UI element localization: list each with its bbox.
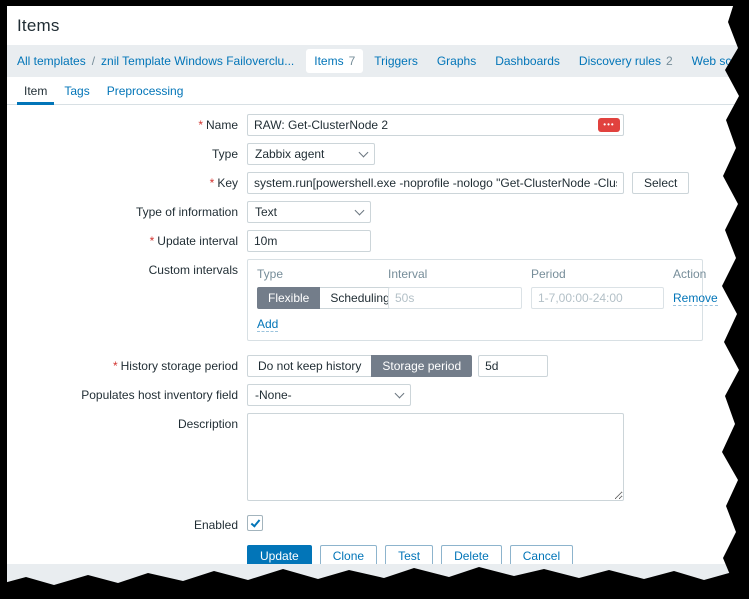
required-marker: * — [113, 359, 118, 373]
enabled-label: Enabled — [7, 514, 247, 532]
ci-remove-link[interactable]: Remove — [673, 291, 718, 306]
enabled-checkbox[interactable] — [247, 515, 263, 531]
name-input[interactable] — [247, 114, 624, 136]
description-label: Description — [7, 413, 247, 501]
key-label: Key — [217, 176, 238, 190]
items-count-badge: 7 — [349, 54, 356, 68]
entity-nav: Items 7 Triggers Graphs Dashboards Disco… — [306, 49, 749, 73]
custom-intervals-label: Custom intervals — [7, 259, 247, 341]
type-select[interactable]: Zabbix agent — [247, 143, 375, 165]
history-label: History storage period — [121, 359, 238, 373]
breadcrumb-template-name[interactable]: znil Template Windows Failoverclu... — [101, 54, 294, 68]
history-toggle: Do not keep history Storage period — [247, 355, 472, 377]
discovery-rules-count-badge: 2 — [666, 54, 673, 68]
key-select-button[interactable]: Select — [632, 172, 689, 194]
info-type-label: Type of information — [7, 201, 247, 223]
clone-button[interactable]: Clone — [320, 545, 377, 564]
tab-tags[interactable]: Tags — [57, 77, 96, 105]
enabled-row: Enabled — [7, 514, 749, 532]
breadcrumb-separator: / — [92, 54, 95, 68]
cancel-button[interactable]: Cancel — [510, 545, 573, 564]
screenshot-frame: Items All templates / znil Template Wind… — [0, 0, 749, 599]
update-interval-label: Update interval — [157, 234, 238, 248]
ci-col-interval: Interval — [388, 267, 522, 281]
key-row: *Key Select — [7, 172, 749, 194]
form-actions-row: Update Clone Test Delete Cancel — [7, 545, 749, 564]
history-do-not-keep[interactable]: Do not keep history — [247, 355, 372, 377]
type-row: Type Zabbix agent — [7, 143, 749, 165]
item-form: *Name ••• Type Zabbix agent *Key Select — [7, 105, 749, 564]
test-button[interactable]: Test — [385, 545, 433, 564]
chevron-down-icon — [355, 205, 365, 215]
description-row: Description — [7, 413, 749, 501]
required-marker: * — [198, 118, 203, 132]
inventory-row: Populates host inventory field -None- — [7, 384, 749, 406]
breadcrumb-all-templates[interactable]: All templates — [17, 54, 86, 68]
ci-type-toggle: Flexible Scheduling — [257, 287, 379, 309]
nav-graphs[interactable]: Graphs — [429, 49, 484, 73]
history-storage-period[interactable]: Storage period — [371, 355, 472, 377]
delete-button[interactable]: Delete — [441, 545, 502, 564]
nav-web-scenarios[interactable]: Web scenarios — [684, 49, 749, 73]
page-header: Items — [7, 6, 749, 45]
history-period-input[interactable] — [478, 355, 548, 377]
custom-intervals-row: Custom intervals Type Interval Period Ac… — [7, 259, 749, 341]
custom-intervals-box: Type Interval Period Action Flexible Sch… — [247, 259, 703, 341]
ci-add-link[interactable]: Add — [257, 317, 278, 332]
info-type-select[interactable]: Text — [247, 201, 371, 223]
context-menu-ellipsis-icon[interactable]: ••• — [598, 118, 620, 132]
required-marker: * — [210, 176, 215, 190]
inventory-select[interactable]: -None- — [247, 384, 411, 406]
nav-dashboards[interactable]: Dashboards — [487, 49, 568, 73]
ci-type-flexible[interactable]: Flexible — [257, 287, 320, 309]
info-type-row: Type of information Text — [7, 201, 749, 223]
ci-period-input[interactable] — [531, 287, 664, 309]
tab-item[interactable]: Item — [17, 77, 54, 105]
page-title: Items — [17, 16, 60, 36]
name-label: Name — [206, 118, 238, 132]
chevron-down-icon — [395, 388, 405, 398]
update-interval-input[interactable] — [247, 230, 371, 252]
name-row: *Name ••• — [7, 114, 749, 136]
ci-interval-input[interactable] — [388, 287, 522, 309]
key-input[interactable] — [247, 172, 624, 194]
ci-col-action: Action — [673, 267, 718, 281]
tab-preprocessing[interactable]: Preprocessing — [100, 77, 191, 105]
nav-items[interactable]: Items 7 — [306, 49, 363, 73]
description-textarea[interactable] — [247, 413, 624, 501]
breadcrumb-bar: All templates / znil Template Windows Fa… — [7, 45, 749, 77]
chevron-down-icon — [359, 147, 369, 157]
update-interval-row: *Update interval — [7, 230, 749, 252]
type-label: Type — [7, 143, 247, 165]
inventory-label: Populates host inventory field — [7, 384, 247, 406]
checkmark-icon — [250, 517, 260, 527]
history-row: *History storage period Do not keep hist… — [7, 355, 749, 377]
update-button[interactable]: Update — [247, 545, 312, 564]
required-marker: * — [150, 234, 155, 248]
footer-band — [7, 564, 749, 599]
item-tabbar: Item Tags Preprocessing — [7, 77, 749, 105]
zabbix-items-page: Items All templates / znil Template Wind… — [7, 6, 749, 599]
ci-col-type: Type — [257, 267, 379, 281]
nav-triggers[interactable]: Triggers — [366, 49, 426, 73]
nav-discovery-rules[interactable]: Discovery rules 2 — [571, 49, 681, 73]
ci-col-period: Period — [531, 267, 664, 281]
